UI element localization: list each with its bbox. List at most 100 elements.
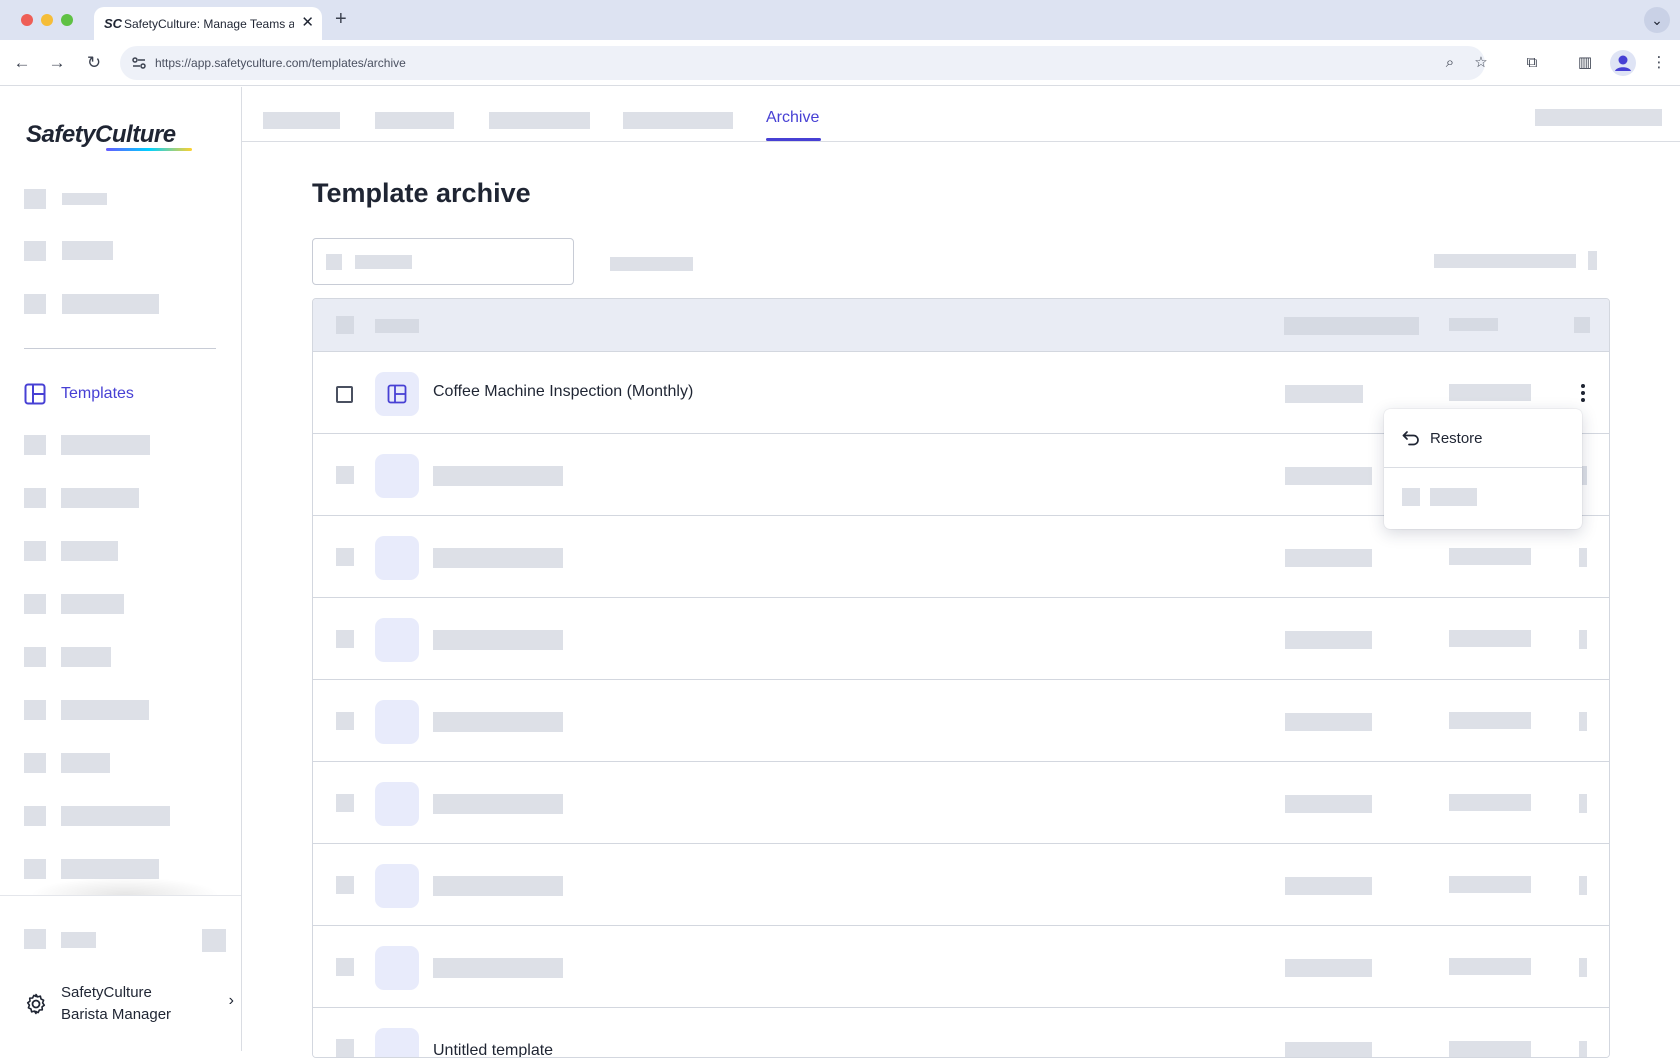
close-window-button[interactable] xyxy=(21,14,33,26)
sidebar-skeleton-icon xyxy=(24,859,46,879)
restore-menu-item[interactable]: Restore xyxy=(1384,409,1582,468)
tab-skeleton[interactable] xyxy=(375,112,454,129)
sidebar-skeleton-label xyxy=(61,859,159,879)
menu-kebab-icon[interactable]: ⋮ xyxy=(1648,52,1670,74)
cell-skeleton xyxy=(1285,877,1372,895)
sidebar-skeleton-icon xyxy=(24,647,46,667)
header-action-skeleton[interactable] xyxy=(1535,109,1662,126)
template-thumbnail xyxy=(375,864,419,908)
cell-skeleton xyxy=(1449,548,1531,565)
row-actions-menu: Restore xyxy=(1384,409,1582,529)
sidebar: SafetyCulture Templates SafetyCulture Ba… xyxy=(0,87,242,1051)
sidebar-skeleton-icon xyxy=(24,753,46,773)
table-row[interactable] xyxy=(313,762,1609,844)
column-header-skeleton[interactable] xyxy=(375,319,419,333)
template-title-skeleton xyxy=(433,958,563,978)
back-icon[interactable]: ← xyxy=(9,50,35,76)
row-checkbox[interactable] xyxy=(336,630,354,648)
column-header-skeleton[interactable] xyxy=(1284,317,1419,335)
filter-skeleton[interactable] xyxy=(610,257,693,271)
template-thumbnail xyxy=(375,700,419,744)
table-row[interactable] xyxy=(313,598,1609,680)
tab-close-icon[interactable]: ✕ xyxy=(301,13,314,31)
sidebar-skeleton-button xyxy=(202,929,226,952)
row-checkbox[interactable] xyxy=(336,958,354,976)
template-title-skeleton xyxy=(433,630,563,650)
row-checkbox[interactable] xyxy=(336,466,354,484)
tab-skeleton[interactable] xyxy=(623,112,733,129)
template-thumbnail xyxy=(375,454,419,498)
menu-item-skeleton-icon[interactable] xyxy=(1402,488,1420,506)
menu-item-skeleton-label[interactable] xyxy=(1430,488,1477,506)
bookmark-star-icon[interactable]: ☆ xyxy=(1471,53,1491,73)
more-options-icon[interactable] xyxy=(1575,381,1591,405)
site-info-icon[interactable] xyxy=(130,54,148,72)
tab-archive[interactable]: Archive xyxy=(766,109,819,127)
avatar xyxy=(1615,55,1631,71)
extensions-icon[interactable]: ⧉ xyxy=(1521,52,1543,74)
browser-titlebar: SC SafetyCulture: Manage Teams and... ✕ … xyxy=(0,0,1680,40)
row-checkbox[interactable] xyxy=(336,1039,354,1057)
sidebar-skeleton-label xyxy=(61,488,139,508)
sort-icon[interactable] xyxy=(1403,317,1418,335)
sidebar-bottom-divider xyxy=(0,895,241,896)
search-input[interactable] xyxy=(312,238,574,285)
sidebar-item-label: Templates xyxy=(61,385,134,402)
org-role: Barista Manager xyxy=(61,1006,172,1023)
maximize-window-button[interactable] xyxy=(61,14,73,26)
side-panel-icon[interactable]: ▥ xyxy=(1574,52,1596,74)
forward-icon[interactable]: → xyxy=(44,50,70,76)
search-placeholder-skeleton xyxy=(355,255,412,269)
url-text: https://app.safetyculture.com/templates/… xyxy=(155,56,406,70)
template-title[interactable]: Untitled template xyxy=(433,1042,553,1057)
new-tab-icon[interactable]: + xyxy=(335,8,347,31)
template-title[interactable]: Coffee Machine Inspection (Monthly) xyxy=(433,383,693,401)
row-checkbox[interactable] xyxy=(336,712,354,730)
profile-icon[interactable] xyxy=(1610,50,1636,76)
zoom-icon[interactable]: ⌕ xyxy=(1440,53,1460,73)
organization-switcher[interactable]: SafetyCulture Barista Manager › xyxy=(24,981,234,1029)
more-options-skeleton[interactable] xyxy=(1579,548,1587,567)
sidebar-skeleton-icon xyxy=(24,488,46,508)
row-checkbox[interactable] xyxy=(336,386,353,403)
sidebar-skeleton-icon xyxy=(24,435,46,455)
minimize-window-button[interactable] xyxy=(41,14,53,26)
cell-skeleton xyxy=(1285,467,1372,485)
gear-icon xyxy=(26,993,46,1015)
template-thumbnail xyxy=(375,1028,419,1057)
row-checkbox[interactable] xyxy=(336,548,354,566)
tab-skeleton[interactable] xyxy=(263,112,340,129)
org-name: SafetyCulture xyxy=(61,984,152,1001)
more-options-skeleton[interactable] xyxy=(1579,630,1587,649)
reload-icon[interactable]: ↻ xyxy=(81,50,107,76)
row-checkbox[interactable] xyxy=(336,876,354,894)
active-tab-indicator xyxy=(766,138,821,141)
tab-skeleton[interactable] xyxy=(489,112,590,129)
more-options-skeleton[interactable] xyxy=(1579,794,1587,813)
sidebar-skeleton-icon xyxy=(24,241,46,261)
column-header-skeleton[interactable] xyxy=(1449,318,1498,331)
select-all-checkbox[interactable] xyxy=(336,316,354,334)
more-options-skeleton[interactable] xyxy=(1579,712,1587,731)
sidebar-skeleton-icon xyxy=(24,806,46,826)
column-settings-skeleton[interactable] xyxy=(1574,317,1590,333)
table-row[interactable] xyxy=(313,926,1609,1008)
sidebar-skeleton-label xyxy=(61,541,118,561)
tab-search-icon[interactable]: ⌄ xyxy=(1644,7,1670,33)
page-title: Template archive xyxy=(312,178,531,208)
table-row[interactable] xyxy=(313,844,1609,926)
settings-skeleton[interactable] xyxy=(1588,251,1597,270)
sidebar-skeleton-icon xyxy=(24,594,46,614)
more-options-skeleton[interactable] xyxy=(1579,958,1587,977)
more-options-skeleton[interactable] xyxy=(1579,1041,1587,1057)
undo-arrow-icon xyxy=(1402,431,1419,446)
sidebar-item-templates[interactable]: Templates xyxy=(24,383,224,405)
address-bar[interactable]: https://app.safetyculture.com/templates/… xyxy=(120,46,1488,80)
row-checkbox[interactable] xyxy=(336,794,354,812)
sidebar-skeleton-icon xyxy=(24,929,46,949)
cell-skeleton xyxy=(1449,958,1531,975)
table-row[interactable] xyxy=(313,680,1609,762)
more-options-skeleton[interactable] xyxy=(1579,876,1587,895)
sidebar-skeleton-icon xyxy=(24,541,46,561)
browser-tab[interactable]: SC SafetyCulture: Manage Teams and... ✕ xyxy=(94,7,322,40)
